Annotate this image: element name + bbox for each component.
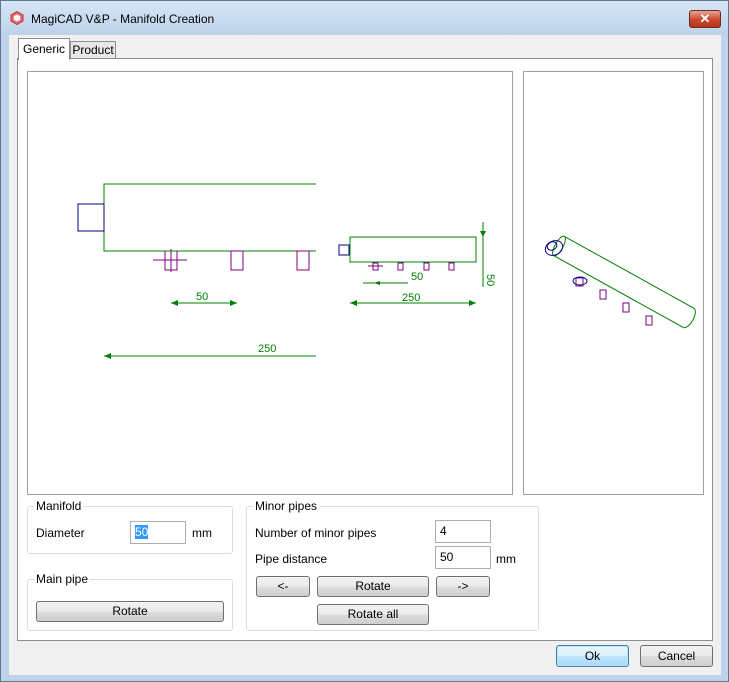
minor-pipe-2 (230, 250, 244, 271)
minor-pipes-group-title: Minor pipes (253, 499, 320, 513)
manifold-creation-dialog: MagiCAD V&P - Manifold Creation ✕ Generi… (0, 0, 729, 682)
pipe-distance-arrow-right (230, 300, 237, 306)
manifold-group: Manifold Diameter 50 mm (27, 499, 233, 554)
generic-tab-panel: 50 250 50 250 50 Manifold Diameter 50 mm… (17, 58, 713, 641)
title-bar[interactable]: MagiCAD V&P - Manifold Creation ✕ (1, 1, 728, 35)
small-view-length-arrow-left (350, 300, 357, 306)
small-view-length-dim-label: 250 (402, 292, 420, 304)
cancel-button[interactable]: Cancel (640, 645, 713, 667)
dialog-client-area: Generic Product 50 250 50 250 50 Manifol… (9, 35, 721, 675)
ok-button[interactable]: Ok (556, 645, 629, 667)
rotate-all-button[interactable]: Rotate all (317, 604, 429, 625)
small-view-pipe-dim-arrow (374, 281, 380, 285)
manifold-isometric-body (552, 235, 696, 329)
isometric-minor-pipe-2 (599, 289, 607, 300)
isometric-minor-pipe-4 (645, 315, 653, 326)
manifold-group-title: Manifold (34, 499, 84, 513)
main-pipe-connector (77, 203, 105, 232)
total-length-dim-label: 250 (258, 343, 276, 355)
window-title: MagiCAD V&P - Manifold Creation (31, 12, 215, 26)
minor-pipe-count-input[interactable]: 4 (435, 520, 491, 543)
pipe-distance-input[interactable]: 50 (435, 546, 491, 569)
magicad-logo-icon (10, 11, 24, 25)
small-view-body (349, 236, 477, 263)
isometric-view-canvas[interactable] (523, 71, 704, 495)
small-view-height-arrow (480, 231, 486, 237)
pipe-distance-arrow-left (171, 300, 178, 306)
minor-pipes-group: Minor pipes Number of minor pipes 4 Pipe… (246, 499, 539, 631)
isometric-minor-pipe-3 (622, 302, 630, 313)
small-view-pipe-4 (448, 262, 455, 271)
pipe-distance-label: Pipe distance (255, 552, 328, 566)
small-view-pipe-dim-label: 50 (411, 271, 423, 283)
tab-product[interactable]: Product (70, 41, 116, 59)
total-length-arrow-left (104, 353, 111, 359)
main-pipe-group: Main pipe Rotate (27, 572, 233, 631)
small-view-height-dim-label: 50 (484, 274, 496, 286)
minor-pipe-3 (296, 250, 310, 271)
diameter-unit: mm (192, 526, 212, 540)
pipe-distance-dim-label: 50 (196, 291, 208, 303)
diameter-label: Diameter (36, 526, 85, 540)
pipe-distance-unit: mm (496, 552, 516, 566)
manifold-front-drawing: 50 250 50 250 50 (77, 183, 496, 359)
minor-pipe-count-label: Number of minor pipes (255, 526, 377, 540)
minor-pipe-rotate-button[interactable]: Rotate (317, 576, 429, 597)
main-pipe-group-title: Main pipe (34, 572, 91, 586)
previous-pipe-button[interactable]: <- (256, 576, 310, 597)
diameter-input[interactable]: 50 (130, 521, 186, 544)
small-view-connector (338, 244, 350, 256)
small-view-pipe-2 (397, 262, 404, 271)
tab-generic[interactable]: Generic (18, 38, 70, 60)
close-button[interactable]: ✕ (689, 10, 721, 28)
next-pipe-button[interactable]: -> (436, 576, 490, 597)
small-view-pipe-3 (423, 262, 430, 271)
main-pipe-rotate-button[interactable]: Rotate (36, 601, 224, 622)
front-view-canvas[interactable]: 50 250 50 250 50 (27, 71, 513, 495)
manifold-isometric-drawing (544, 235, 696, 329)
manifold-body (103, 183, 316, 252)
small-view-length-arrow-right (469, 300, 476, 306)
diameter-value: 50 (135, 525, 149, 539)
